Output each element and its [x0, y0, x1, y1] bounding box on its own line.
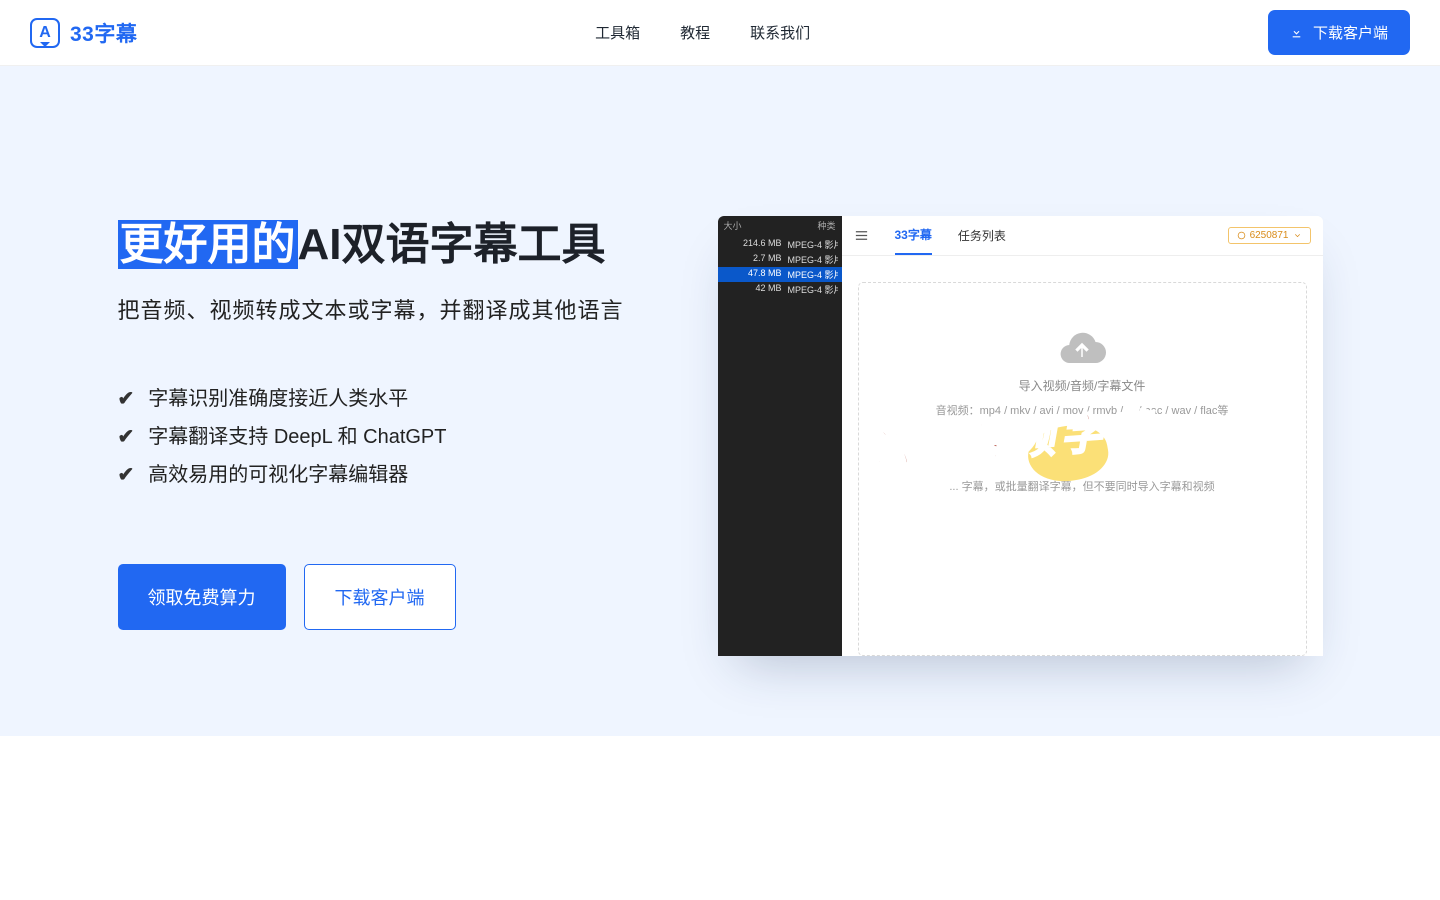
file-type: MPEG-4 影片	[788, 238, 838, 251]
app-tabbar: 33字幕 任务列表 6250871	[842, 216, 1323, 256]
hero-copy: 更好用的AI双语字幕工具 把音频、视频转成文本或字幕，并翻译成其他语言 字幕识别…	[118, 216, 678, 630]
col-type: 种类	[817, 219, 835, 232]
headline: 更好用的AI双语字幕工具	[118, 216, 678, 273]
download-client-button-header[interactable]: 下载客户端	[1268, 10, 1410, 55]
nav-toolbox[interactable]: 工具箱	[595, 22, 640, 43]
col-size: 大小	[724, 219, 818, 232]
file-row[interactable]: 42 MBMPEG-4 影片	[718, 282, 842, 297]
file-type: MPEG-4 影片	[788, 283, 838, 296]
credit-value: 6250871	[1250, 230, 1289, 241]
download-icon	[1290, 26, 1303, 39]
feature-item: 字幕识别准确度接近人类水平	[118, 380, 678, 418]
tab-33zimu[interactable]: 33字幕	[895, 226, 932, 255]
nav-tutorial[interactable]: 教程	[680, 22, 710, 43]
file-row[interactable]: 47.8 MBMPEG-4 影片	[718, 267, 842, 282]
download-client-label: 下载客户端	[1313, 22, 1388, 43]
feature-item: 高效易用的可视化字幕编辑器	[118, 456, 678, 494]
logo-text: 33字幕	[70, 18, 137, 48]
get-free-credits-button[interactable]: 领取免费算力	[118, 564, 286, 630]
download-client-button-hero[interactable]: 下载客户端	[304, 564, 456, 630]
hero: 更好用的AI双语字幕工具 把音频、视频转成文本或字幕，并翻译成其他语言 字幕识别…	[0, 66, 1440, 736]
file-type: MPEG-4 影片	[788, 253, 838, 266]
cta-row: 领取免费算力 下载客户端	[118, 564, 678, 630]
finder-columns: 大小 种类	[718, 216, 842, 237]
dropzone-title: 导入视频/音频/字幕文件	[1019, 377, 1146, 394]
dropzone-note: ... 字幕，或批量翻译字幕，但不要同时导入字幕和视频	[949, 478, 1214, 494]
headline-highlight: 更好用的	[118, 220, 298, 269]
tab-tasks[interactable]: 任务列表	[958, 227, 1006, 254]
file-size: 214.6 MB	[718, 238, 788, 251]
feature-item: 字幕翻译支持 DeepL 和 ChatGPT	[118, 418, 678, 456]
logo-icon: A	[30, 18, 60, 48]
nav-contact[interactable]: 联系我们	[750, 22, 810, 43]
file-type: MPEG-4 影片	[788, 268, 838, 281]
headline-rest: AI双语字幕工具	[298, 220, 606, 269]
feature-list: 字幕识别准确度接近人类水平 字幕翻译支持 DeepL 和 ChatGPT 高效易…	[118, 380, 678, 494]
finder-sidebar: 大小 种类 214.6 MBMPEG-4 影片2.7 MBMPEG-4 影片47…	[718, 216, 842, 656]
menu-icon[interactable]	[854, 228, 869, 243]
app-screenshot: 大小 种类 214.6 MBMPEG-4 影片2.7 MBMPEG-4 影片47…	[718, 216, 1323, 656]
file-row[interactable]: 214.6 MBMPEG-4 影片	[718, 237, 842, 252]
main-nav: 工具箱 教程 联系我们	[137, 22, 1268, 43]
file-size: 42 MB	[718, 283, 788, 296]
hero-inner: 更好用的AI双语字幕工具 把音频、视频转成文本或字幕，并翻译成其他语言 字幕识别…	[118, 216, 1323, 656]
header: A 33字幕 工具箱 教程 联系我们 下载客户端	[0, 0, 1440, 66]
logo[interactable]: A 33字幕	[30, 18, 137, 48]
file-size: 2.7 MB	[718, 253, 788, 266]
file-row[interactable]: 2.7 MBMPEG-4 影片	[718, 252, 842, 267]
cloud-upload-icon	[1058, 327, 1106, 363]
chevron-down-icon	[1293, 231, 1302, 240]
credit-badge[interactable]: 6250871	[1228, 227, 1311, 244]
subheadline: 把音频、视频转成文本或字幕，并翻译成其他语言	[118, 293, 678, 325]
coin-icon	[1237, 231, 1246, 240]
file-size: 47.8 MB	[718, 268, 788, 281]
